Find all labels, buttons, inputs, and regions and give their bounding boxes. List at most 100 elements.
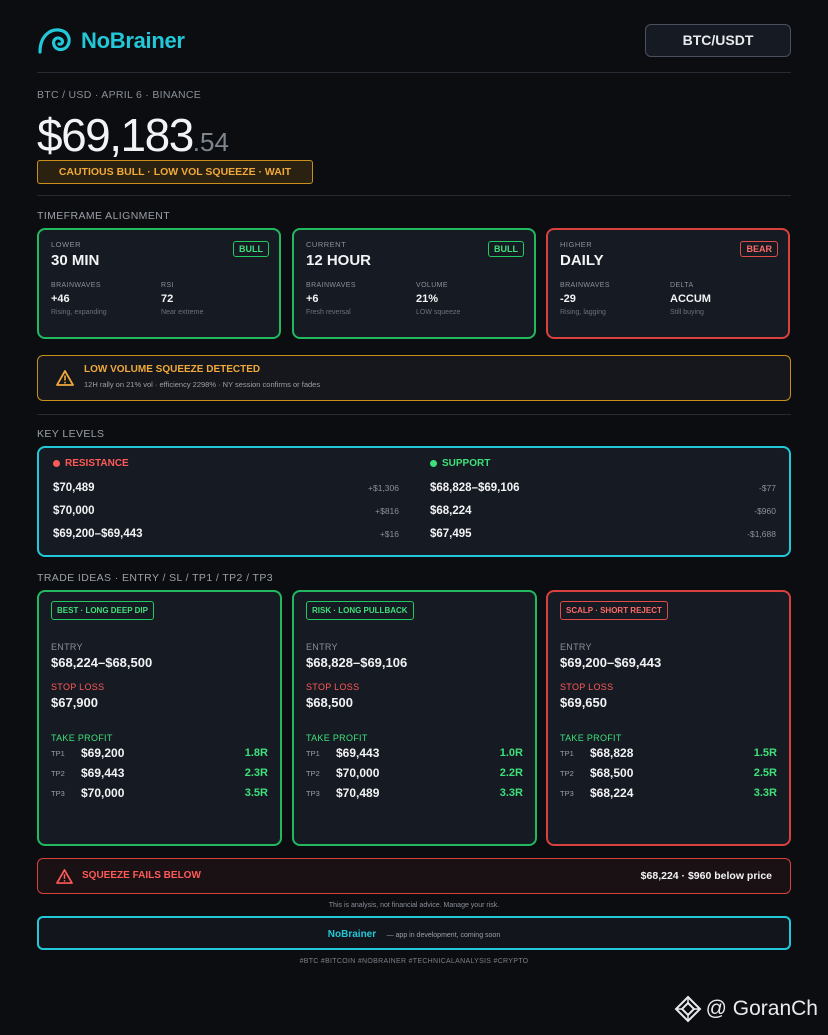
section-divider xyxy=(37,195,791,196)
resistance-row[interactable]: $69,200–$69,443 +$16 xyxy=(53,522,399,545)
trade-tag: BEST · LONG DEEP DIP xyxy=(51,601,154,620)
level-price: $67,495 xyxy=(430,527,472,540)
stat-label: RSI xyxy=(161,282,174,289)
market-meta: BTC / USD · APRIL 6 · BINANCE xyxy=(37,89,202,101)
watermark-text: @ GoranCh xyxy=(705,997,818,1020)
bull-badge: BULL xyxy=(233,241,269,257)
level-price: $68,828–$69,106 xyxy=(430,481,520,494)
price-main: $69,183 xyxy=(37,109,194,161)
tp-r-multiple: 3.3R xyxy=(753,787,777,799)
brand-name: NoBrainer xyxy=(81,28,185,53)
header-divider xyxy=(37,72,791,73)
tp-price: $69,443 xyxy=(81,766,125,780)
tp-name: TP1 xyxy=(560,748,574,758)
stat-label: VOLUME xyxy=(416,282,448,289)
stat-note: Near extreme xyxy=(161,309,204,316)
tp-name: TP1 xyxy=(51,748,65,758)
stat-note: Rising, lagging xyxy=(560,309,606,316)
tp-r-multiple: 2.2R xyxy=(499,767,523,779)
tp-price: $69,443 xyxy=(336,746,380,760)
tp-row: TP1 $68,828 1.5R xyxy=(560,743,777,763)
tp-r-multiple: 2.5R xyxy=(753,767,777,779)
resistance-header: RESISTANCE xyxy=(53,456,399,470)
stat-value: +6 xyxy=(306,293,319,305)
alert-text: 12H rally on 21% vol · efficiency 2298% … xyxy=(84,380,321,389)
tp-row: TP1 $69,443 1.0R xyxy=(306,743,523,763)
tp-price: $68,500 xyxy=(590,766,634,780)
fail-title: SQUEEZE FAILS BELOW xyxy=(82,870,201,881)
level-delta: -$77 xyxy=(758,482,776,493)
tp-name: TP3 xyxy=(560,788,574,798)
resistance-row[interactable]: $70,000 +$816 xyxy=(53,499,399,522)
squeeze-fail-banner: SQUEEZE FAILS BELOW $68,224 · $960 below… xyxy=(37,858,791,894)
tp-row: TP2 $68,500 2.5R xyxy=(560,763,777,783)
tp-name: TP1 xyxy=(306,748,320,758)
disclaimer: This is analysis, not financial advice. … xyxy=(328,902,500,909)
stat-value: 21% xyxy=(416,293,439,305)
tp-name: TP2 xyxy=(560,768,574,778)
resistance-column: RESISTANCE $70,489 +$1,306 $70,000 +$816… xyxy=(53,456,399,545)
take-profit-label: TAKE PROFIT xyxy=(560,733,622,743)
tp-price: $69,200 xyxy=(81,746,125,760)
tp-price: $68,224 xyxy=(590,786,634,800)
tp-row: TP1 $69,200 1.8R xyxy=(51,743,268,763)
tp-row: TP3 $68,224 3.3R xyxy=(560,783,777,803)
stat-value: 72 xyxy=(161,293,174,305)
trade-card-long-pullback[interactable]: RISK · LONG PULLBACK ENTRY $68,828–$69,1… xyxy=(292,590,537,846)
alert-title: LOW VOLUME SQUEEZE DETECTED xyxy=(84,364,261,375)
timeframe-card-30min[interactable]: LOWER 30 MIN BULL BRAINWAVES +46 Rising,… xyxy=(37,228,281,339)
footer-banner[interactable]: NoBrainer — app in development, coming s… xyxy=(37,916,791,950)
tp-row: TP2 $69,443 2.3R xyxy=(51,763,268,783)
tf-stats: BRAINWAVES -29 Rising, lagging DELTA ACC… xyxy=(560,282,780,316)
warning-icon xyxy=(56,869,73,884)
stat-label: BRAINWAVES xyxy=(560,282,610,289)
stat-note: Fresh reversal xyxy=(306,309,351,316)
trade-card-long-deep-dip[interactable]: BEST · LONG DEEP DIP ENTRY $68,224–$68,5… xyxy=(37,590,282,846)
entry-label: ENTRY xyxy=(51,642,83,652)
level-delta: -$1,688 xyxy=(747,528,776,539)
stat-value: +46 xyxy=(51,293,70,305)
timeframe-card-daily[interactable]: HIGHER DAILY BEAR BRAINWAVES -29 Rising,… xyxy=(546,228,790,339)
brain-wave-logo-icon xyxy=(38,28,71,54)
tp-r-multiple: 2.3R xyxy=(244,767,268,779)
header: NoBrainer BTC/USDT xyxy=(37,24,791,60)
stat-label: BRAINWAVES xyxy=(51,282,101,289)
stop-loss-label: STOP LOSS xyxy=(306,682,360,692)
entry-label: ENTRY xyxy=(306,642,338,652)
tp-r-multiple: 3.5R xyxy=(244,787,268,799)
pair-selector-button[interactable]: BTC/USDT xyxy=(645,24,791,57)
level-delta: +$816 xyxy=(375,505,399,516)
entry-value: $68,224–$68,500 xyxy=(51,655,153,670)
level-price: $68,224 xyxy=(430,504,472,517)
support-label: SUPPORT xyxy=(442,457,491,469)
tp-name: TP2 xyxy=(51,768,65,778)
support-column: SUPPORT $68,828–$69,106 -$77 $68,224 -$9… xyxy=(430,456,776,545)
trade-tag: SCALP · SHORT REJECT xyxy=(560,601,668,620)
stop-loss-label: STOP LOSS xyxy=(51,682,105,692)
stat-note: LOW squeeze xyxy=(416,309,461,316)
timeframe-card-12hour[interactable]: CURRENT 12 HOUR BULL BRAINWAVES +6 Fresh… xyxy=(292,228,536,339)
tf-stats: BRAINWAVES +46 Rising, expanding RSI 72 … xyxy=(51,282,271,316)
level-price: $69,200–$69,443 xyxy=(53,527,143,540)
tp-row: TP3 $70,489 3.3R xyxy=(306,783,523,803)
resistance-row[interactable]: $70,489 +$1,306 xyxy=(53,476,399,499)
key-levels-title: KEY LEVELS xyxy=(37,428,105,440)
support-row[interactable]: $68,828–$69,106 -$77 xyxy=(430,476,776,499)
support-row[interactable]: $68,224 -$960 xyxy=(430,499,776,522)
stat-value: ACCUM xyxy=(670,293,711,305)
stop-loss-label: STOP LOSS xyxy=(560,682,614,692)
tp-r-multiple: 1.5R xyxy=(753,747,777,759)
stat-label: BRAINWAVES xyxy=(306,282,356,289)
level-delta: +$1,306 xyxy=(368,482,399,493)
trade-card-short-reject[interactable]: SCALP · SHORT REJECT ENTRY $69,200–$69,4… xyxy=(546,590,791,846)
take-profit-label: TAKE PROFIT xyxy=(51,733,113,743)
tp-price: $68,828 xyxy=(590,746,634,760)
hashtags: #BTC #BITCOIN #NOBRAINER #TECHNICALANALY… xyxy=(299,958,529,965)
trade-tag: RISK · LONG PULLBACK xyxy=(306,601,414,620)
tp-row: TP2 $70,000 2.2R xyxy=(306,763,523,783)
support-dot-icon xyxy=(430,459,437,467)
support-row[interactable]: $67,495 -$1,688 xyxy=(430,522,776,545)
current-price: $69,183 .54 xyxy=(37,108,229,162)
stat-value: -29 xyxy=(560,293,576,305)
resistance-label: RESISTANCE xyxy=(65,457,129,469)
